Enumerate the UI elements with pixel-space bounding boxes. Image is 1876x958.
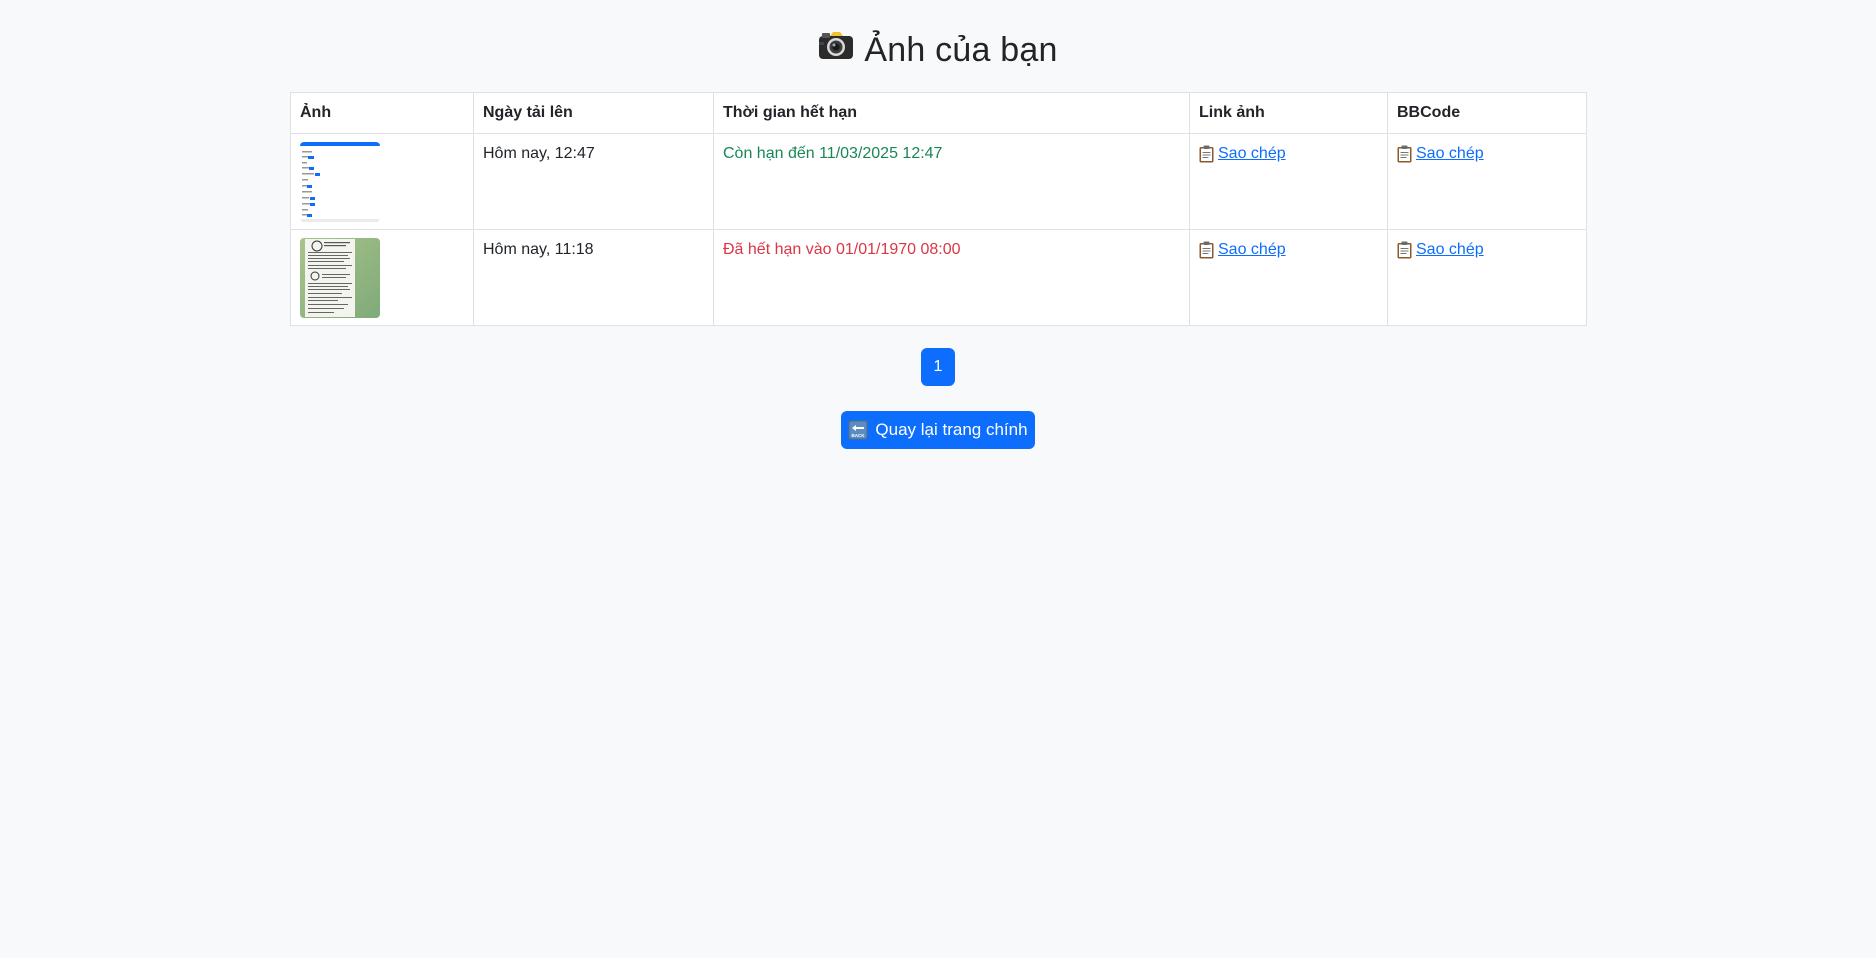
document-thumbnail[interactable] [300,238,380,318]
clipboard-icon [1397,241,1412,259]
upload-date-cell: Hôm nay, 12:47 [473,133,714,230]
back-to-home-button[interactable]: BACK Quay lại trang chính [841,411,1035,449]
clipboard-icon [1199,241,1214,259]
table-row: Hôm nay, 12:47 Còn hạn đến 11/03/2025 12… [290,133,1587,230]
column-header-image: Ảnh [290,92,474,134]
copy-image-link-button[interactable]: Sao chép [1199,144,1286,164]
page-title-text: Ảnh của bạn [864,31,1058,69]
bbcode-cell: Sao chép [1387,229,1587,326]
copy-bbcode-label: Sao chép [1416,241,1484,258]
upload-date-cell: Hôm nay, 11:18 [473,229,714,326]
thumbnail-cell [290,229,474,326]
image-link-cell: Sao chép [1189,133,1388,230]
copy-bbcode-label: Sao chép [1416,145,1484,162]
column-header-expiry: Thời gian hết hạn [713,92,1190,134]
thumbnail-cell [290,133,474,230]
images-table: Ảnh Ngày tải lên Thời gian hết hạn Link … [290,92,1587,326]
page-title: Ảnh của bạn [0,0,1876,72]
table-header-row: Ảnh Ngày tải lên Thời gian hết hạn Link … [290,92,1587,134]
copy-bbcode-button[interactable]: Sao chép [1397,240,1484,260]
pagination-page-button[interactable]: 1 [921,348,955,386]
clipboard-icon [1397,145,1412,163]
bbcode-cell: Sao chép [1387,133,1587,230]
column-header-image-link: Link ảnh [1189,92,1388,134]
back-arrow-icon: BACK [848,420,869,440]
page: Ảnh của bạn Ảnh Ngày tải lên Thời gian h… [0,0,1876,958]
column-header-upload-date: Ngày tải lên [473,92,714,134]
copy-bbcode-button[interactable]: Sao chép [1397,144,1484,164]
camera-icon [818,27,854,71]
svg-text:BACK: BACK [852,433,866,438]
image-link-cell: Sao chép [1189,229,1388,326]
table-row: Hôm nay, 11:18 Đã hết hạn vào 01/01/1970… [290,229,1587,326]
screenshot-thumbnail[interactable] [300,142,380,222]
copy-image-link-button[interactable]: Sao chép [1199,240,1286,260]
copy-link-label: Sao chép [1218,145,1286,162]
expiry-cell: Còn hạn đến 11/03/2025 12:47 [713,133,1190,230]
copy-link-label: Sao chép [1218,241,1286,258]
expiry-cell: Đã hết hạn vào 01/01/1970 08:00 [713,229,1190,326]
column-header-bbcode: BBCode [1387,92,1587,134]
back-button-label: Quay lại trang chính [875,420,1028,439]
clipboard-icon [1199,145,1214,163]
images-table-wrapper: Ảnh Ngày tải lên Thời gian hết hạn Link … [290,92,1587,326]
